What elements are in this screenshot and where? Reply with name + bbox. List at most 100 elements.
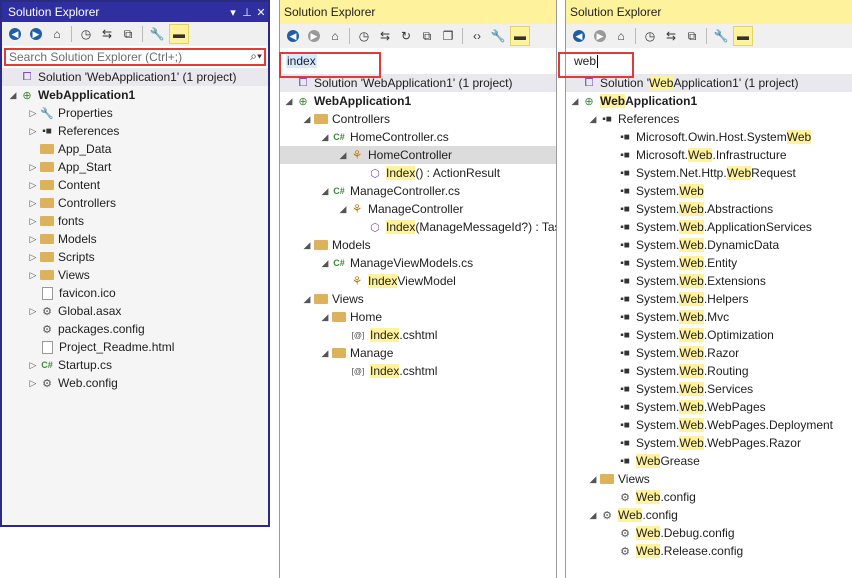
back-button[interactable]: ◀: [570, 27, 588, 45]
pending-changes-button[interactable]: ◷: [355, 27, 373, 45]
tree-folder-item[interactable]: ◢ Controllers: [280, 110, 556, 128]
home-button[interactable]: ⌂: [612, 27, 630, 45]
back-button[interactable]: ◀: [284, 27, 302, 45]
preview-button[interactable]: ▬: [733, 26, 753, 46]
tree-item[interactable]: ▪■ System.Web.Abstractions: [566, 200, 852, 218]
tree-item[interactable]: ▷ ⚙ Global.asax: [2, 302, 268, 320]
expanded-arrow-icon[interactable]: ◢: [338, 204, 348, 215]
tree-item[interactable]: ▪■ System.Web.Optimization: [566, 326, 852, 344]
tree-item[interactable]: ▪■ System.Web.Routing: [566, 362, 852, 380]
collapsed-arrow-icon[interactable]: ▷: [28, 126, 38, 137]
sync-button[interactable]: ⇆: [98, 25, 116, 43]
collapsed-arrow-icon[interactable]: ▷: [28, 180, 38, 191]
expanded-arrow-icon[interactable]: ◢: [320, 348, 330, 359]
collapsed-arrow-icon[interactable]: ▷: [28, 198, 38, 209]
tree-item[interactable]: ⧠ Solution 'WebApplication1' (1 project): [2, 68, 268, 86]
tree-item[interactable]: ▪■ System.Web.Services: [566, 380, 852, 398]
tree-item[interactable]: ⚘ IndexViewModel: [280, 272, 556, 290]
tree-item[interactable]: ▪■ System.Web.WebPages.Razor: [566, 434, 852, 452]
tree-item[interactable]: ▷ 🔧 Properties: [2, 104, 268, 122]
tree-item[interactable]: ◢ C# HomeController.cs: [280, 128, 556, 146]
expanded-arrow-icon[interactable]: ◢: [320, 258, 330, 269]
tree-folder-item[interactable]: App_Data: [2, 140, 268, 158]
expanded-arrow-icon[interactable]: ◢: [320, 312, 330, 323]
tree-item[interactable]: favicon.ico: [2, 284, 268, 302]
sync-button[interactable]: ⇆: [376, 27, 394, 45]
collapse-all-button[interactable]: ⧉: [119, 25, 137, 43]
collapsed-arrow-icon[interactable]: ▷: [28, 270, 38, 281]
tree-folder-item[interactable]: ◢ Manage: [280, 344, 556, 362]
tree-item[interactable]: ⚙ packages.config: [2, 320, 268, 338]
expanded-arrow-icon[interactable]: ◢: [302, 114, 312, 125]
expanded-arrow-icon[interactable]: ◢: [588, 114, 598, 125]
tree-item[interactable]: ▪■ System.Web.Helpers: [566, 290, 852, 308]
home-button[interactable]: ⌂: [48, 25, 66, 43]
tree-folder-item[interactable]: ▷ Scripts: [2, 248, 268, 266]
tree-item[interactable]: ▪■ System.Web: [566, 182, 852, 200]
tree-item[interactable]: ⬡ Index(ManageMessageId?) : Task<ActionRe…: [280, 218, 556, 236]
forward-button[interactable]: ▶: [591, 27, 609, 45]
tree-item[interactable]: ▪■ System.Web.Mvc: [566, 308, 852, 326]
collapse-all-button[interactable]: ⧉: [683, 27, 701, 45]
tree-folder-item[interactable]: ◢ Models: [280, 236, 556, 254]
view-code-button[interactable]: ‹›: [468, 27, 486, 45]
tree-item[interactable]: ▷ ⚙ Web.config: [2, 374, 268, 392]
expanded-arrow-icon[interactable]: ◢: [320, 186, 330, 197]
tree-folder-item[interactable]: ▷ Models: [2, 230, 268, 248]
search-input[interactable]: Search Solution Explorer (Ctrl+;): [4, 48, 266, 66]
tree-item[interactable]: ⚙ Web.config: [566, 488, 852, 506]
collapse-all-button[interactable]: ⧉: [418, 27, 436, 45]
tree-item[interactable]: ▪■ System.Web.WebPages.Deployment: [566, 416, 852, 434]
tree-item[interactable]: ⚙ Web.Release.config: [566, 542, 852, 560]
tree-item[interactable]: ▪■ System.Web.Entity: [566, 254, 852, 272]
tree-item[interactable]: ◢ ⚘ ManageController: [280, 200, 556, 218]
collapsed-arrow-icon[interactable]: ▷: [28, 162, 38, 173]
expanded-arrow-icon[interactable]: ◢: [302, 294, 312, 305]
tree-item[interactable]: ▪■ System.Web.ApplicationServices: [566, 218, 852, 236]
tree-folder-item[interactable]: ▷ Content: [2, 176, 268, 194]
tree-item[interactable]: ▪■ System.Web.DynamicData: [566, 236, 852, 254]
pending-changes-button[interactable]: ◷: [641, 27, 659, 45]
tree-item[interactable]: ◢ ⚘ HomeController: [280, 146, 556, 164]
tree-item[interactable]: ▷ C# Startup.cs: [2, 356, 268, 374]
tree-folder-item[interactable]: ◢ Views: [566, 470, 852, 488]
tree-item[interactable]: ▪■ Microsoft.Owin.Host.SystemWeb: [566, 128, 852, 146]
collapsed-arrow-icon[interactable]: ▷: [28, 234, 38, 245]
tree-item[interactable]: ◢ ⊕ WebApplication1: [2, 86, 268, 104]
back-button[interactable]: ◀: [6, 25, 24, 43]
refresh-button[interactable]: ↻: [397, 27, 415, 45]
tree-item[interactable]: ▪■ System.Web.Extensions: [566, 272, 852, 290]
tree-item[interactable]: Project_Readme.html: [2, 338, 268, 356]
expanded-arrow-icon[interactable]: ◢: [320, 132, 330, 143]
pending-changes-button[interactable]: ◷: [77, 25, 95, 43]
home-button[interactable]: ⌂: [326, 27, 344, 45]
tree-item[interactable]: ▪■ System.Net.Http.WebRequest: [566, 164, 852, 182]
collapsed-arrow-icon[interactable]: ▷: [28, 108, 38, 119]
properties-button[interactable]: 🔧: [148, 25, 166, 43]
tree-item[interactable]: ▪■ WebGrease: [566, 452, 852, 470]
close-icon[interactable]: ✕: [254, 6, 268, 19]
forward-button[interactable]: ▶: [27, 25, 45, 43]
expanded-arrow-icon[interactable]: ◢: [284, 96, 294, 107]
tree-item[interactable]: [@] Index.cshtml: [280, 326, 556, 344]
expanded-arrow-icon[interactable]: ◢: [570, 96, 580, 107]
tree-item[interactable]: ◢ ⚙ Web.config: [566, 506, 852, 524]
tree-item[interactable]: ◢ C# ManageViewModels.cs: [280, 254, 556, 272]
search-icon[interactable]: ⌕▾: [250, 49, 262, 64]
tree-item[interactable]: ◢ C# ManageController.cs: [280, 182, 556, 200]
forward-button[interactable]: ▶: [305, 27, 323, 45]
expanded-arrow-icon[interactable]: ◢: [588, 474, 598, 485]
sync-button[interactable]: ⇆: [662, 27, 680, 45]
tree-item[interactable]: ▷ ▪■ References: [2, 122, 268, 140]
expanded-arrow-icon[interactable]: ◢: [588, 510, 598, 521]
tree-item[interactable]: ⬡ Index() : ActionResult: [280, 164, 556, 182]
tree-folder-item[interactable]: ◢ Home: [280, 308, 556, 326]
collapsed-arrow-icon[interactable]: ▷: [28, 252, 38, 263]
tree-item[interactable]: ◢ ▪■ References: [566, 110, 852, 128]
tree-item[interactable]: ▪■ System.Web.WebPages: [566, 398, 852, 416]
properties-button[interactable]: 🔧: [712, 27, 730, 45]
collapsed-arrow-icon[interactable]: ▷: [28, 378, 38, 389]
tree-item[interactable]: ◢ ⊕ WebApplication1: [280, 92, 556, 110]
tree-item[interactable]: [@] Index.cshtml: [280, 362, 556, 380]
expanded-arrow-icon[interactable]: ◢: [302, 240, 312, 251]
